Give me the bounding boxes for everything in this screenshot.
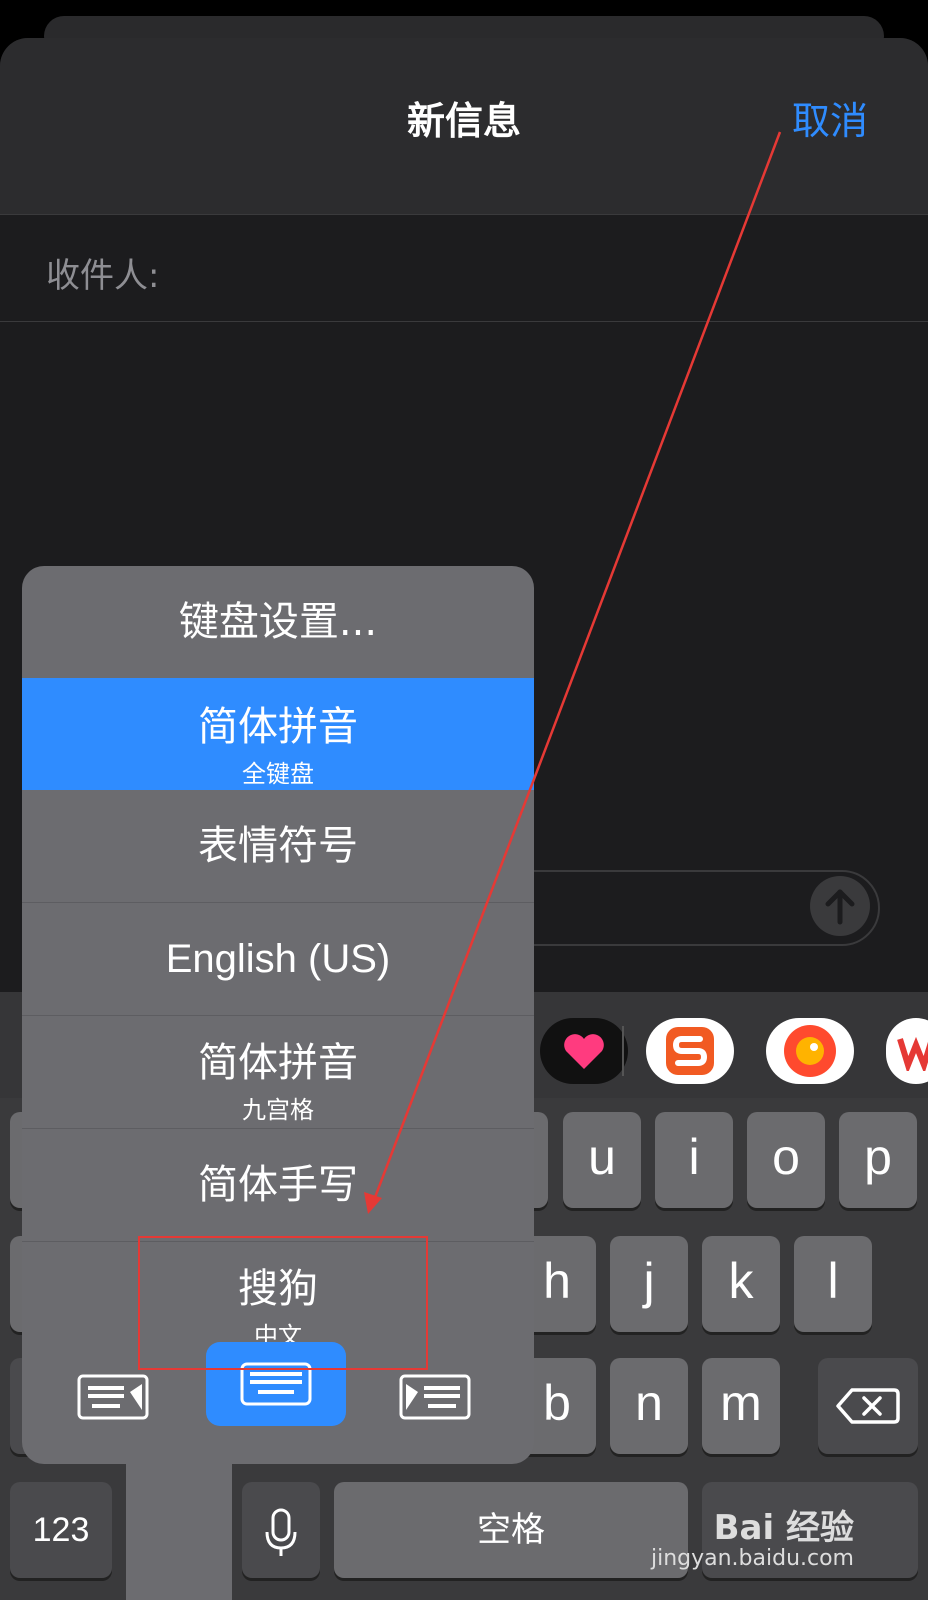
arrow-up-icon — [825, 889, 855, 925]
divider — [622, 1026, 624, 1076]
cancel-button[interactable]: 取消 — [792, 90, 868, 145]
key-i[interactable]: i — [655, 1112, 733, 1208]
menu-item-sublabel: 九宫格 — [242, 1096, 314, 1124]
menu-item-label: 表情符号 — [198, 823, 358, 869]
microphone-icon — [265, 1508, 297, 1556]
menu-item-emoji[interactable]: 表情符号 — [22, 790, 534, 902]
menu-item-sublabel: 全键盘 — [242, 760, 314, 788]
watermark-main: Bai 经验 — [713, 1508, 854, 1548]
keyboard-right-icon — [399, 1374, 471, 1420]
page-title: 新信息 — [406, 99, 521, 143]
menu-item-keyboard-settings[interactable]: 键盘设置... — [22, 566, 534, 678]
menu-item-label: 键盘设置... — [178, 599, 378, 645]
divider — [0, 214, 928, 215]
keyboard-left-button[interactable] — [76, 1370, 150, 1424]
wps-app-icon[interactable] — [886, 1018, 928, 1084]
key-j[interactable]: j — [610, 1236, 688, 1332]
menu-item-label: English (US) — [165, 937, 391, 981]
menu-item-label: 简体拼音 — [198, 1040, 358, 1086]
menu-item-pinyin-9key[interactable]: 简体拼音 九宫格 — [22, 1016, 534, 1128]
divider — [0, 321, 928, 322]
sogou-app-icon[interactable] — [646, 1018, 734, 1084]
heart-icon — [564, 1034, 604, 1069]
key-k[interactable]: k — [702, 1236, 780, 1332]
annotation-box — [138, 1236, 428, 1370]
recipient-field[interactable]: 收件人: — [46, 248, 159, 297]
menu-item-label: 简体手写 — [198, 1162, 358, 1208]
watermark: Bai 经验 jingyan.baidu.com — [650, 1508, 854, 1572]
key-o[interactable]: o — [747, 1112, 825, 1208]
key-p[interactable]: p — [839, 1112, 917, 1208]
menu-item-label: 简体拼音 — [198, 704, 358, 750]
popup-tail — [126, 1440, 232, 1600]
dictation-key[interactable] — [242, 1482, 320, 1578]
wps-icon — [897, 1036, 928, 1071]
key-m[interactable]: m — [702, 1358, 780, 1454]
key-l[interactable]: l — [794, 1236, 872, 1332]
watermark-sub: jingyan.baidu.com — [650, 1546, 854, 1572]
bird-icon — [784, 1025, 836, 1077]
keyboard-right-button[interactable] — [398, 1370, 472, 1424]
key-u[interactable]: u — [563, 1112, 641, 1208]
numbers-key[interactable]: 123 — [10, 1482, 112, 1578]
key-n[interactable]: n — [610, 1358, 688, 1454]
fitness-app-icon[interactable] — [540, 1018, 628, 1084]
backspace-key[interactable] — [818, 1358, 918, 1454]
menu-item-english[interactable]: English (US) — [22, 903, 534, 1015]
keyboard-left-icon — [77, 1374, 149, 1420]
send-button[interactable] — [810, 876, 870, 936]
menu-item-handwriting[interactable]: 简体手写 — [22, 1129, 534, 1241]
music-app-icon[interactable] — [766, 1018, 854, 1084]
sogou-s-icon — [666, 1027, 714, 1075]
delete-left-icon — [836, 1388, 900, 1424]
space-key[interactable]: 空格 — [334, 1482, 688, 1578]
menu-item-pinyin-full[interactable]: 简体拼音 全键盘 — [22, 678, 534, 790]
